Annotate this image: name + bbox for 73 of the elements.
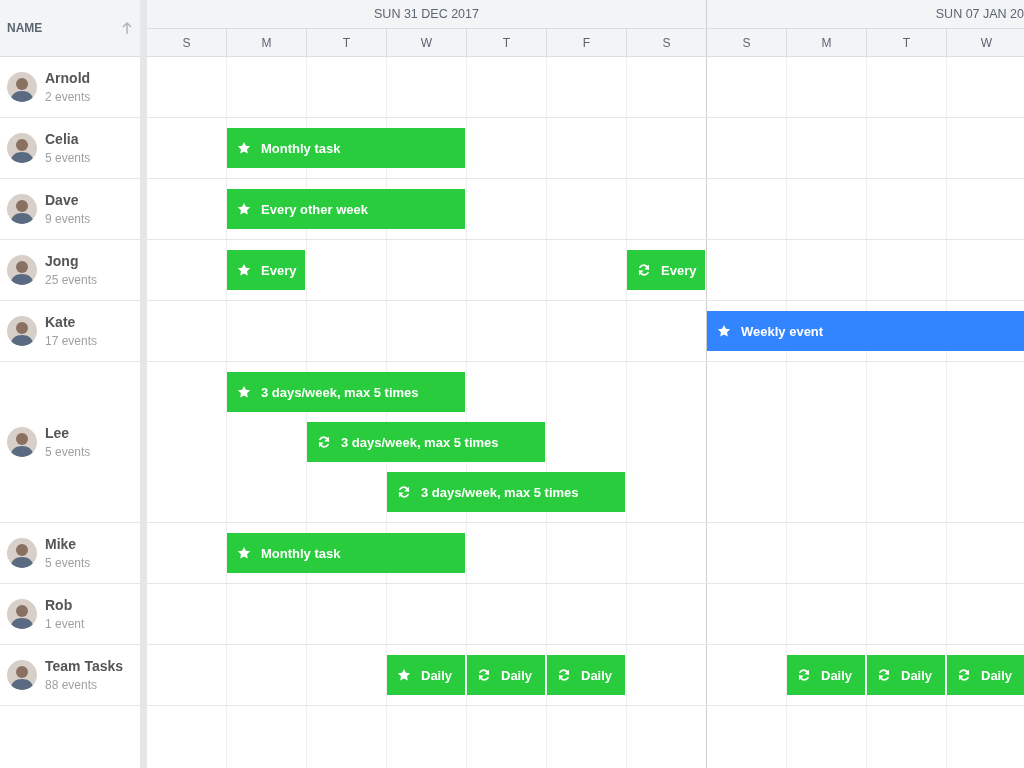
- event-count: 5 events: [45, 556, 91, 570]
- event-bar[interactable]: 3 days/week, max 5 times: [227, 372, 465, 412]
- resource-name: Team Tasks: [45, 658, 124, 674]
- week-label: SUN 31 DEC 2017: [147, 0, 707, 28]
- event-bar[interactable]: Every: [227, 250, 305, 290]
- day-label: T: [307, 29, 387, 56]
- refresh-icon: [397, 485, 411, 499]
- recurring-event[interactable]: Daily: [787, 655, 865, 695]
- resource-name: Kate: [45, 314, 77, 330]
- event-bar[interactable]: Monthly task: [227, 533, 465, 573]
- recurring-event[interactable]: 3 days/week, max 5 times: [307, 422, 545, 462]
- recurring-event[interactable]: Daily: [547, 655, 625, 695]
- event-bar[interactable]: Every other week: [227, 189, 465, 229]
- day-label: M: [227, 29, 307, 56]
- resource-name: Celia: [45, 131, 80, 147]
- star-icon: [237, 263, 251, 277]
- sort-arrow-icon[interactable]: [122, 22, 132, 34]
- week-label: SUN 07 JAN 20: [934, 6, 1024, 23]
- avatar: [7, 194, 37, 224]
- avatar: [7, 133, 37, 163]
- recurring-event[interactable]: Daily: [467, 655, 545, 695]
- recurring-event[interactable]: Every: [627, 250, 705, 290]
- refresh-icon: [797, 668, 811, 682]
- refresh-icon: [557, 668, 571, 682]
- recurring-event[interactable]: 3 days/week, max 5 times: [387, 472, 625, 512]
- event-count: 25 events: [45, 273, 98, 287]
- event-count: 9 events: [45, 212, 91, 226]
- avatar: [7, 599, 37, 629]
- event-bar[interactable]: Daily: [387, 655, 465, 695]
- refresh-icon: [637, 263, 651, 277]
- event-count: 5 events: [45, 445, 91, 459]
- refresh-icon: [477, 668, 491, 682]
- day-label: W: [387, 29, 467, 56]
- star-icon: [237, 202, 251, 216]
- avatar: [7, 255, 37, 285]
- day-label: S: [627, 29, 707, 56]
- day-label: W: [947, 29, 1024, 56]
- resource-name: Jong: [45, 253, 80, 269]
- refresh-icon: [877, 668, 891, 682]
- star-icon: [237, 141, 251, 155]
- resource-name: Dave: [45, 192, 80, 208]
- splitter[interactable]: [140, 0, 147, 768]
- day-label: S: [147, 29, 227, 56]
- event-bar[interactable]: Monthly task: [227, 128, 465, 168]
- avatar: [7, 538, 37, 568]
- event-bar[interactable]: Weekly event: [707, 311, 1024, 351]
- recurring-event[interactable]: Daily: [867, 655, 945, 695]
- day-label: F: [547, 29, 627, 56]
- avatar: [7, 316, 37, 346]
- star-icon: [237, 385, 251, 399]
- star-icon: [717, 324, 731, 338]
- resource-name: Arnold: [45, 70, 91, 86]
- avatar: [7, 660, 37, 690]
- day-label: S: [707, 29, 787, 56]
- resource-name: Rob: [45, 597, 74, 613]
- avatar: [7, 72, 37, 102]
- resource-name: Lee: [45, 425, 71, 441]
- event-count: 5 events: [45, 151, 91, 165]
- refresh-icon: [317, 435, 331, 449]
- recurring-event[interactable]: Daily: [947, 655, 1024, 695]
- star-icon: [397, 668, 411, 682]
- resource-name: Mike: [45, 536, 78, 552]
- event-count: 17 events: [45, 334, 98, 348]
- day-label: T: [867, 29, 947, 56]
- day-label: T: [467, 29, 547, 56]
- day-label: M: [787, 29, 867, 56]
- column-header[interactable]: NAME: [7, 21, 43, 35]
- star-icon: [237, 546, 251, 560]
- event-count: 88 events: [45, 678, 99, 692]
- avatar: [7, 427, 37, 457]
- refresh-icon: [957, 668, 971, 682]
- event-count: 1 event: [45, 617, 85, 631]
- event-count: 2 events: [45, 90, 91, 104]
